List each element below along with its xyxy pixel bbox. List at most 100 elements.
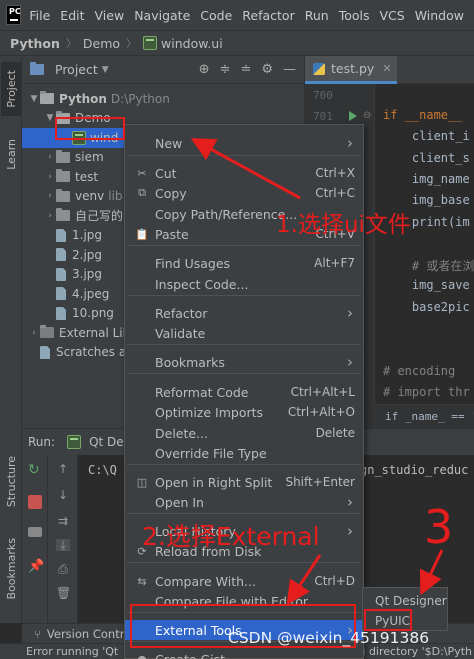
- arrow-down-icon[interactable]: ↓: [56, 489, 70, 501]
- context-menu-item-label: Cut: [155, 165, 177, 181]
- context-menu-item-override-file-type[interactable]: Override File Type: [125, 443, 363, 463]
- menu-view[interactable]: View: [95, 8, 125, 23]
- context-menu-item-open-in-right-split[interactable]: ◫ Open in Right Split Shift+Enter: [125, 472, 363, 492]
- tree-item-label: 4.jpeg: [72, 286, 110, 301]
- code-line: client_i: [383, 129, 470, 144]
- chevron-down-icon[interactable]: ▼: [102, 65, 109, 75]
- context-menu-item-copy[interactable]: ⧉ Copy Ctrl+C: [125, 183, 363, 203]
- trash-icon[interactable]: 🗑: [56, 587, 71, 599]
- context-menu-item-label: Refactor: [155, 305, 208, 321]
- shortcut-hint: Shift+Enter: [285, 475, 355, 489]
- menu-code[interactable]: Code: [200, 8, 232, 23]
- chevron-icon[interactable]: ›: [44, 211, 56, 221]
- tool-tab-structure[interactable]: Structure: [1, 451, 21, 513]
- image-file-icon: [56, 267, 66, 281]
- context-menu-item-open-in[interactable]: Open In ›: [125, 492, 363, 512]
- tree-item-path: lib: [108, 189, 123, 204]
- pin-icon[interactable]: 📌: [28, 559, 44, 574]
- image-file-icon: [56, 228, 66, 242]
- context-menu-item-label: Inspect Code...: [155, 276, 249, 292]
- menu-run[interactable]: Run: [305, 8, 329, 23]
- arrow-up-icon[interactable]: ↑: [56, 463, 70, 475]
- submenu-item-qt-designer[interactable]: Qt Designer: [363, 592, 447, 610]
- context-menu-item-new[interactable]: New ›: [125, 133, 363, 153]
- collapse-all-icon[interactable]: ≐: [240, 62, 251, 77]
- layout-icon[interactable]: [28, 527, 42, 537]
- print-icon[interactable]: ⎙: [56, 563, 70, 575]
- project-panel-title[interactable]: Project: [55, 62, 98, 77]
- fold-icon[interactable]: ⊖: [363, 110, 371, 121]
- breadcrumb-project[interactable]: Python: [10, 36, 60, 51]
- project-panel-tools: ⊕ ≑ ≐ ⚙ —: [199, 62, 304, 77]
- close-icon[interactable]: ✕: [382, 62, 391, 75]
- chevron-icon[interactable]: ›: [44, 172, 56, 182]
- version-control-tab[interactable]: Version Contro: [47, 627, 131, 641]
- chevron-icon[interactable]: ›: [28, 328, 40, 338]
- folder-icon: [56, 208, 70, 222]
- code-line: img_name: [383, 171, 470, 186]
- annotation-box-pyuic: [364, 609, 412, 631]
- annotation-step-1: 1.选择ui文件: [276, 212, 411, 238]
- code-editor[interactable]: if __name__ client_i client_s img_name i…: [375, 84, 474, 428]
- ui-file-icon: [143, 36, 158, 50]
- code-line: # encoding: [383, 363, 456, 378]
- context-menu-item-label: Paste: [155, 226, 189, 242]
- scroll-to-end-icon[interactable]: ⤓: [56, 539, 70, 551]
- chevron-icon[interactable]: ›: [44, 191, 56, 201]
- run-gutter-icon[interactable]: [349, 111, 357, 121]
- menu-file[interactable]: File: [29, 8, 50, 23]
- editor-tab-test-py[interactable]: test.py ✕: [305, 56, 397, 84]
- shortcut-hint: Alt+F7: [314, 256, 355, 270]
- menu-edit[interactable]: Edit: [60, 8, 84, 23]
- tool-tab-bookmarks[interactable]: Bookmarks: [1, 534, 21, 604]
- project-folder-icon: [30, 62, 44, 75]
- menu-tools[interactable]: Tools: [339, 8, 370, 23]
- breadcrumb-file[interactable]: window.ui: [161, 36, 223, 51]
- context-menu-item-cut[interactable]: ✂ Cut Ctrl+X: [125, 163, 363, 183]
- context-menu-item-reformat-code[interactable]: Reformat Code Ctrl+Alt+L: [125, 382, 363, 402]
- context-menu-item-optimize-imports[interactable]: Optimize Imports Ctrl+Alt+O: [125, 402, 363, 422]
- context-menu-item-find-usages[interactable]: Find Usages Alt+F7: [125, 253, 363, 273]
- context-menu-item-label: Optimize Imports: [155, 404, 264, 420]
- tool-tab-project[interactable]: Project: [1, 62, 21, 116]
- line-number: 700: [313, 89, 333, 102]
- console-output-tail: gn_studio_reduc: [360, 463, 469, 477]
- minimize-icon[interactable]: —: [283, 62, 296, 77]
- tool-tab-learn[interactable]: Learn: [1, 130, 21, 178]
- chevron-right-icon: ›: [347, 493, 353, 511]
- expand-all-icon[interactable]: ≑: [220, 62, 231, 77]
- context-menu-item-compare-with[interactable]: ⇆ Compare With... Ctrl+D: [125, 571, 363, 591]
- menu-window[interactable]: Window: [415, 8, 464, 23]
- context-menu-item-create-gist[interactable]: ● Create Gist...: [125, 649, 363, 659]
- tree-item-path: D:\Python: [110, 91, 170, 106]
- chevron-icon[interactable]: ▼: [28, 94, 40, 104]
- tree-item[interactable]: ▼ Python D:\Python: [22, 89, 305, 109]
- tree-item-label: test: [75, 169, 99, 184]
- context-menu-item-refactor[interactable]: Refactor ›: [125, 303, 363, 323]
- menu-separator: [127, 155, 361, 156]
- shortcut-hint: Ctrl+X: [315, 166, 355, 180]
- context-menu-item-delete[interactable]: Delete... Delete: [125, 423, 363, 443]
- menu-separator: [127, 245, 361, 246]
- split-view-icon: ◫: [136, 475, 148, 489]
- tree-item-label: 自己写的: [75, 209, 124, 224]
- context-menu-item-label: Validate: [155, 325, 206, 341]
- soft-wrap-icon[interactable]: ⇉: [56, 515, 70, 527]
- rerun-icon[interactable]: ↻: [28, 463, 42, 477]
- stop-icon[interactable]: [28, 495, 42, 509]
- gear-icon[interactable]: ⚙: [261, 62, 273, 77]
- run-tab-qt-designer[interactable]: Qt Des: [67, 435, 130, 449]
- image-file-icon: [56, 287, 66, 301]
- context-menu-item-validate[interactable]: Validate: [125, 323, 363, 343]
- chevron-icon[interactable]: ›: [44, 152, 56, 162]
- menu-refactor[interactable]: Refactor: [242, 8, 294, 23]
- breadcrumb-folder[interactable]: Demo: [83, 36, 120, 51]
- context-menu-item-inspect-code[interactable]: Inspect Code...: [125, 274, 363, 294]
- context-menu-item-bookmarks[interactable]: Bookmarks ›: [125, 352, 363, 372]
- annotation-box-ui-file: [55, 117, 125, 140]
- tree-item-label: 10.png: [72, 306, 114, 321]
- menu-separator: [127, 562, 361, 563]
- locate-icon[interactable]: ⊕: [199, 62, 210, 77]
- menu-vcs[interactable]: VCS: [379, 8, 404, 23]
- menu-navigate[interactable]: Navigate: [134, 8, 190, 23]
